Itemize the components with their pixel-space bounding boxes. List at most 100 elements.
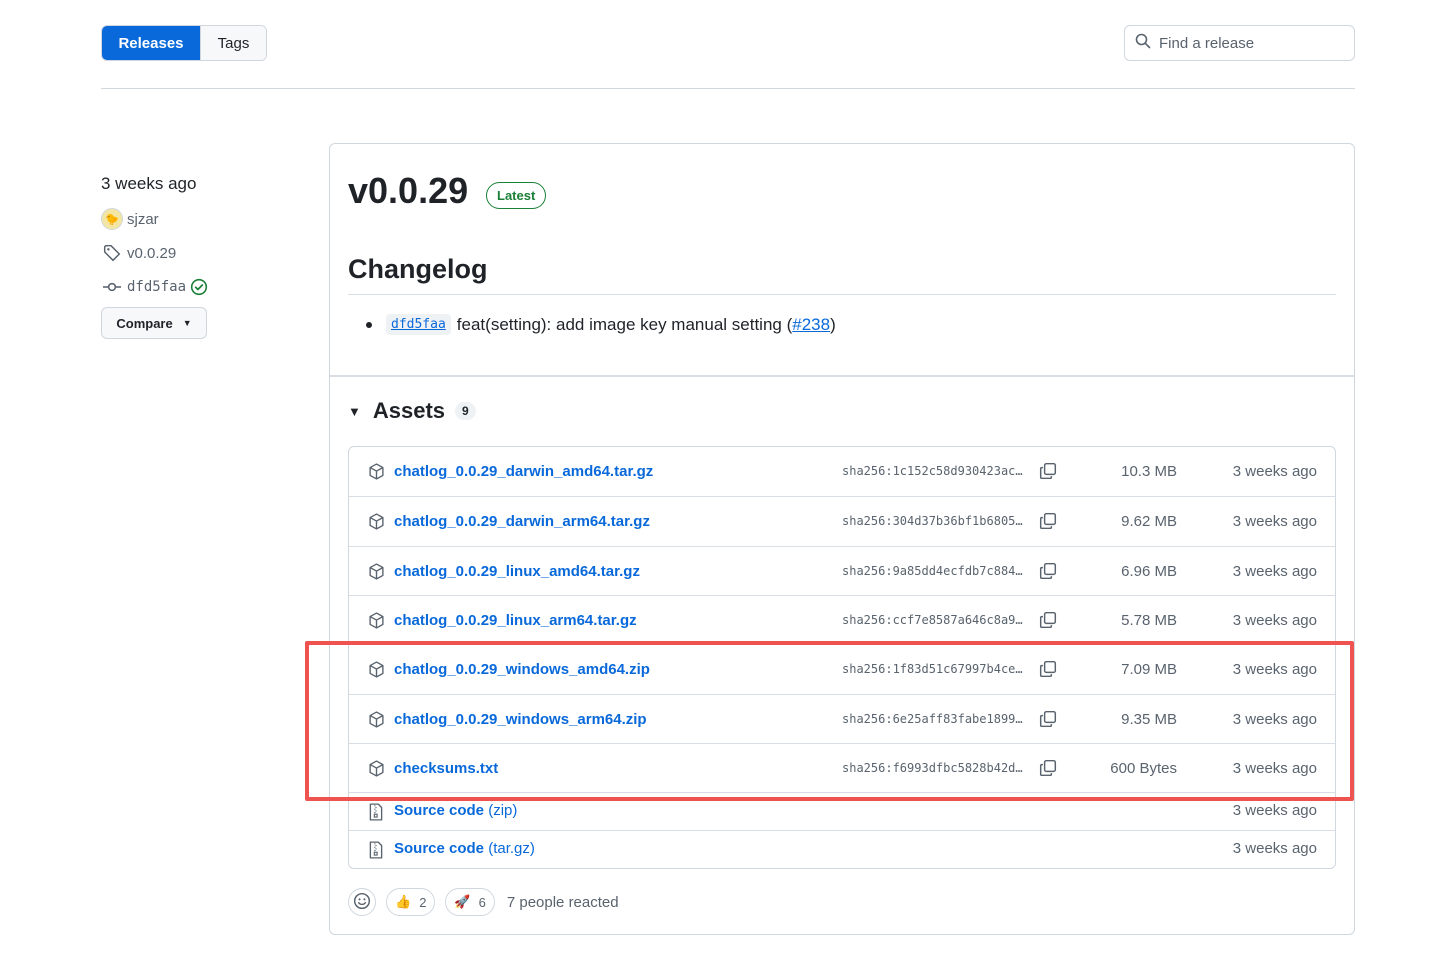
asset-name-link[interactable]: chatlog_0.0.29_windows_arm64.zip <box>394 711 647 728</box>
rocket-icon: 🚀 <box>454 894 471 909</box>
rocket-reaction[interactable]: 🚀 6 <box>445 888 495 916</box>
asset-size: 6.96 MB <box>1121 563 1177 580</box>
file-zip-icon <box>367 803 385 821</box>
asset-size: 7.09 MB <box>1121 661 1177 678</box>
asset-name-link[interactable]: chatlog_0.0.29_windows_amd64.zip <box>394 661 650 678</box>
asset-name-link[interactable]: chatlog_0.0.29_darwin_arm64.tar.gz <box>394 513 650 530</box>
reactions-bar: 👍 2 🚀 6 7 people reacted <box>348 888 619 916</box>
asset-name-link[interactable]: chatlog_0.0.29_darwin_amd64.tar.gz <box>394 463 653 480</box>
tab-releases[interactable]: Releases <box>102 26 200 60</box>
copy-icon[interactable] <box>1037 609 1059 631</box>
release-commit[interactable]: dfd5faa <box>101 276 208 298</box>
asset-size: 10.3 MB <box>1121 463 1177 480</box>
source-targz-link[interactable]: Source code (tar.gz) <box>394 840 535 857</box>
thumbs-up-icon: 👍 <box>395 894 412 909</box>
thumbs-up-reaction[interactable]: 👍 2 <box>386 888 436 916</box>
copy-icon[interactable] <box>1037 708 1059 730</box>
commit-icon <box>101 276 123 298</box>
changelog-pr-link[interactable]: #238 <box>792 315 830 335</box>
search-icon <box>1135 33 1151 54</box>
asset-name-link[interactable]: checksums.txt <box>394 760 498 777</box>
release-date: 3 weeks ago <box>101 174 197 193</box>
tag-label[interactable]: v0.0.29 <box>127 245 176 262</box>
release-author[interactable]: 🐤 sjzar <box>101 208 159 230</box>
changelog-heading: Changelog <box>348 254 488 284</box>
asset-row: chatlog_0.0.29_linux_amd64.tar.gz sha256… <box>349 546 1335 595</box>
divider <box>330 375 1354 377</box>
source-format: (zip) <box>488 802 518 819</box>
copy-icon[interactable] <box>1037 460 1059 482</box>
source-code-label: Source code <box>394 840 485 857</box>
asset-name-link[interactable]: chatlog_0.0.29_linux_arm64.tar.gz <box>394 612 637 629</box>
find-release-search[interactable] <box>1124 25 1355 61</box>
asset-size: 5.78 MB <box>1121 612 1177 629</box>
changelog-text-end: ) <box>830 314 836 334</box>
source-zip-link[interactable]: Source code (zip) <box>394 802 517 819</box>
assets-toggle[interactable]: ▼ Assets 9 <box>348 398 476 424</box>
asset-date: 3 weeks ago <box>1232 760 1317 777</box>
package-icon <box>367 562 385 580</box>
verified-check-icon <box>190 278 208 296</box>
asset-date: 3 weeks ago <box>1232 711 1317 728</box>
changelog-commit-link[interactable]: dfd5faa <box>386 314 451 335</box>
asset-date: 3 weeks ago <box>1232 840 1317 857</box>
commit-hash[interactable]: dfd5faa <box>127 279 186 295</box>
asset-name-link[interactable]: chatlog_0.0.29_linux_amd64.tar.gz <box>394 563 640 580</box>
compare-button[interactable]: Compare ▼ <box>101 307 207 339</box>
source-code-label: Source code <box>394 802 485 819</box>
asset-row: chatlog_0.0.29_windows_amd64.zip sha256:… <box>349 644 1335 694</box>
copy-icon[interactable] <box>1037 658 1059 680</box>
copy-icon[interactable] <box>1037 757 1059 779</box>
package-icon <box>367 710 385 728</box>
asset-size: 9.62 MB <box>1121 513 1177 530</box>
asset-date: 3 weeks ago <box>1232 513 1317 530</box>
asset-sha: sha256:ccf7e8587a646c8a9… <box>842 613 1023 627</box>
source-code-row: Source code (tar.gz) 3 weeks ago <box>349 830 1335 868</box>
asset-row: checksums.txt sha256:f6993dfbc5828b42d… … <box>349 743 1335 792</box>
package-icon <box>367 611 385 629</box>
asset-sha: sha256:6e25aff83fabe1899… <box>842 712 1023 726</box>
changelog-text: feat(setting): add image key manual sett… <box>456 314 793 334</box>
divider <box>348 294 1336 295</box>
asset-date: 3 weeks ago <box>1232 563 1317 580</box>
asset-size: 9.35 MB <box>1121 711 1177 728</box>
release-tag[interactable]: v0.0.29 <box>101 242 176 264</box>
avatar: 🐤 <box>101 208 123 230</box>
file-zip-icon <box>367 841 385 859</box>
asset-date: 3 weeks ago <box>1232 661 1317 678</box>
rocket-count: 6 <box>478 894 486 910</box>
chevron-down-icon: ▼ <box>182 318 192 328</box>
assets-heading: Assets <box>372 398 446 423</box>
smiley-icon <box>353 892 371 913</box>
triangle-down-icon: ▼ <box>348 403 361 419</box>
latest-badge: Latest <box>486 182 547 209</box>
asset-size: 600 Bytes <box>1110 760 1177 777</box>
asset-date: 3 weeks ago <box>1232 463 1317 480</box>
compare-label: Compare <box>116 315 173 331</box>
asset-sha: sha256:1c152c58d930423ac… <box>842 464 1023 478</box>
thumbs-up-count: 2 <box>419 894 427 910</box>
asset-sha: sha256:9a85dd4ecfdb7c884… <box>842 564 1023 578</box>
search-input[interactable] <box>1159 34 1339 52</box>
copy-icon[interactable] <box>1037 510 1059 532</box>
tag-icon <box>101 242 123 264</box>
package-icon <box>367 759 385 777</box>
asset-date: 3 weeks ago <box>1232 612 1317 629</box>
reactions-summary: 7 people reacted <box>506 893 619 911</box>
asset-row: chatlog_0.0.29_windows_arm64.zip sha256:… <box>349 694 1335 743</box>
add-reaction-button[interactable] <box>348 888 376 916</box>
package-icon <box>367 462 385 480</box>
release-tag-tabs: Releases Tags <box>101 25 267 61</box>
asset-row: chatlog_0.0.29_darwin_amd64.tar.gz sha25… <box>349 447 1335 496</box>
package-icon <box>367 660 385 678</box>
release-card: v0.0.29 Latest Changelog dfd5faa feat(se… <box>329 143 1355 935</box>
copy-icon[interactable] <box>1037 560 1059 582</box>
author-name[interactable]: sjzar <box>127 211 159 228</box>
release-version[interactable]: v0.0.29 <box>348 170 468 212</box>
asset-row: chatlog_0.0.29_darwin_arm64.tar.gz sha25… <box>349 496 1335 546</box>
assets-list: chatlog_0.0.29_darwin_amd64.tar.gz sha25… <box>348 446 1336 869</box>
tab-tags[interactable]: Tags <box>200 26 266 60</box>
package-icon <box>367 512 385 530</box>
assets-count-badge: 9 <box>455 402 476 420</box>
asset-sha: sha256:304d37b36bf1b6805… <box>842 514 1023 528</box>
